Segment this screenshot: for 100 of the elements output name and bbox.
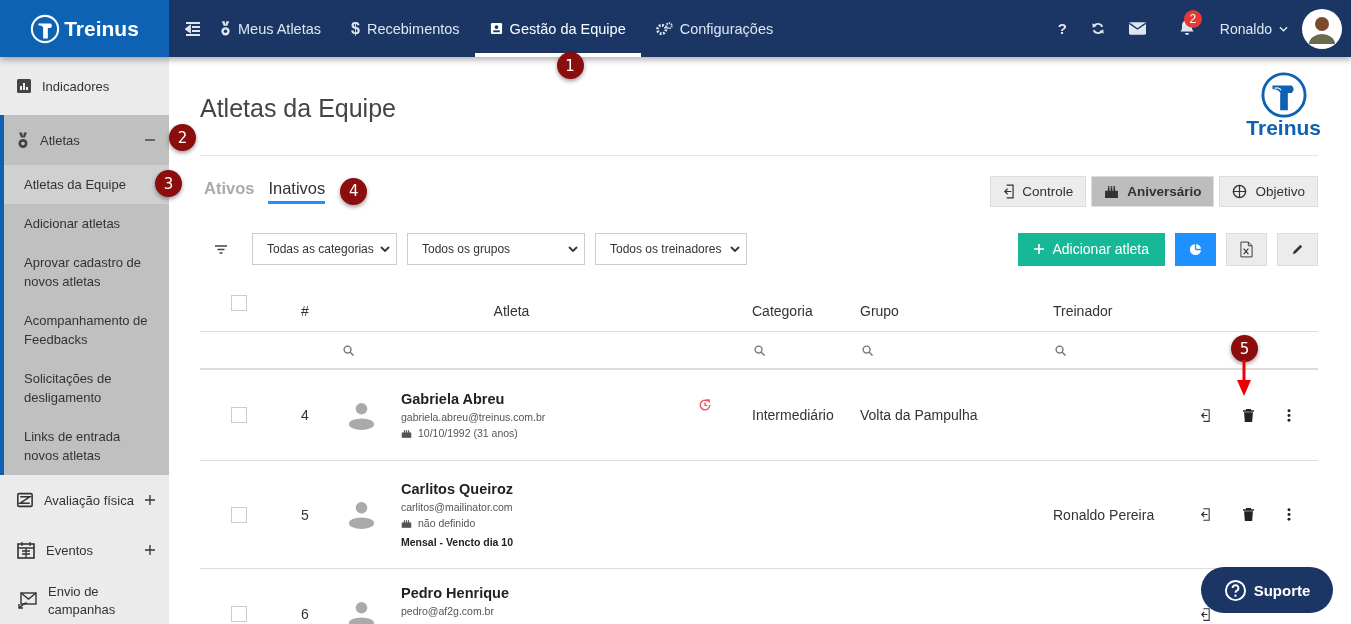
row-checkbox[interactable]: [231, 506, 247, 523]
gears-icon: [655, 22, 673, 35]
chart-button[interactable]: [1175, 232, 1216, 266]
exit-icon: [1003, 183, 1015, 199]
callout-marker: 2: [169, 124, 196, 151]
row-number: 6: [301, 606, 309, 622]
search-icon[interactable]: [1055, 344, 1066, 356]
exit-icon[interactable]: [1200, 507, 1210, 522]
sidebar-subitem[interactable]: Solicitações de desligamento: [4, 359, 169, 417]
spreadsheet-file-icon: [1240, 240, 1253, 258]
search-icon[interactable]: [862, 344, 873, 356]
help-icon[interactable]: ?: [1057, 20, 1067, 37]
edit-button[interactable]: [1277, 232, 1318, 266]
cake-icon: [401, 428, 412, 438]
callout-marker: 3: [155, 170, 182, 197]
callout-marker: 5: [1231, 335, 1258, 362]
payment-plan: Mensal - Vencto dia 10: [401, 536, 514, 548]
more-icon[interactable]: [1287, 408, 1291, 422]
sidebar-item[interactable]: Eventos: [0, 525, 169, 575]
row-number: 4: [301, 407, 309, 423]
category-cell: Intermediário: [752, 407, 834, 423]
pencil-icon: [1291, 242, 1304, 256]
athlete-email: carlitos@mailinator.com: [401, 501, 513, 513]
column-header: Atleta: [493, 303, 530, 319]
notification-badge: 2: [1183, 9, 1202, 28]
brand-logo[interactable]: Treinus: [0, 0, 169, 57]
sync-icon[interactable]: [1090, 21, 1105, 36]
birth-date: 10/10/1992 (31 anos): [418, 427, 518, 439]
athlete-email: pedro@af2g.com.br: [401, 605, 494, 617]
exit-icon[interactable]: [1200, 407, 1210, 423]
column-header: Treinador: [1053, 303, 1113, 319]
status-tab[interactable]: Inativos: [268, 178, 326, 204]
callout-marker: 1: [556, 52, 584, 79]
cake-icon: [1104, 184, 1120, 198]
filter-icon[interactable]: [215, 244, 227, 254]
sidebar-item[interactable]: Envio de campanhas: [0, 575, 169, 624]
row-number: 5: [301, 506, 309, 523]
athlete-name[interactable]: Carlitos Queiroz: [401, 481, 513, 497]
crosshair-icon: [1232, 183, 1248, 199]
mail-icon[interactable]: [1128, 22, 1146, 35]
minus-icon: [145, 139, 155, 141]
coach-cell: Ronaldo Pereira: [1053, 506, 1155, 523]
caret-icon: [568, 246, 578, 252]
delete-icon[interactable]: [1243, 408, 1254, 422]
brand-name: Treinus: [64, 16, 139, 41]
medal-icon: [17, 131, 29, 149]
group-cell: Volta da Pampulha: [860, 407, 978, 423]
plus-icon: [1034, 244, 1045, 254]
sidebar-subitem[interactable]: Aprovar cadastro de novos atletas: [4, 243, 169, 301]
more-icon[interactable]: [1287, 508, 1291, 521]
sidebar-subitem[interactable]: Adicionar atletas: [4, 204, 169, 243]
row-checkbox[interactable]: [231, 606, 247, 622]
filter-dropdown[interactable]: Todas as categorias: [252, 233, 397, 265]
sidebar-item[interactable]: Atletas: [4, 115, 169, 165]
athlete-name[interactable]: Gabriela Abreu: [401, 391, 505, 407]
caret-icon: [380, 246, 390, 252]
column-header: Grupo: [860, 303, 899, 319]
filter-dropdown[interactable]: Todos os treinadores: [595, 233, 747, 265]
filter-dropdown[interactable]: Todos os grupos: [407, 233, 585, 265]
search-icon[interactable]: [343, 344, 354, 356]
athlete-email: gabriela.abreu@treinus.com.br: [401, 411, 546, 423]
caret-icon: [1279, 25, 1288, 32]
column-header: Categoria: [752, 303, 813, 319]
excel-export-button[interactable]: [1226, 232, 1267, 266]
logo-icon: [1260, 72, 1307, 118]
column-header: #: [301, 303, 309, 319]
birth-date: não definido: [418, 517, 476, 529]
sidebar-subitem[interactable]: Links de entrada novos atletas: [4, 417, 169, 475]
id-card-icon: [489, 22, 503, 35]
dollar-icon: $: [351, 19, 360, 38]
view-button[interactable]: Aniversário: [1091, 175, 1215, 207]
user-menu[interactable]: Ronaldo: [1219, 20, 1272, 37]
medal-icon: [220, 21, 231, 36]
nav-tab[interactable]: $ Recebimentos: [336, 0, 475, 57]
caret-icon: [730, 246, 740, 252]
nav-tab[interactable]: Meus Atletas: [220, 0, 336, 57]
row-checkbox[interactable]: [231, 407, 247, 423]
delete-icon[interactable]: [1243, 508, 1254, 521]
select-all-checkbox[interactable]: [231, 295, 247, 311]
plus-icon: [145, 545, 155, 555]
nav-tab[interactable]: Configurações: [640, 0, 789, 57]
bar-chart-icon: [17, 79, 31, 93]
exit-icon[interactable]: [1200, 606, 1210, 622]
callout-marker: 4: [340, 177, 368, 205]
sidebar-subitem[interactable]: Acompanhamento de Feedbacks: [4, 301, 169, 359]
menu-icon[interactable]: [185, 21, 201, 36]
logo-icon: [30, 13, 61, 44]
sidebar-item[interactable]: Avaliação física: [0, 475, 169, 525]
sidebar-item[interactable]: Indicadores: [0, 57, 169, 115]
cake-icon: [401, 518, 412, 528]
avatar-icon: [348, 599, 375, 624]
logo-text: Treinus: [1246, 116, 1321, 140]
view-button[interactable]: Objetivo: [1219, 175, 1318, 207]
pie-chart-icon: [1189, 242, 1202, 256]
avatar-icon[interactable]: [1302, 8, 1342, 49]
athlete-name[interactable]: Pedro Henrique: [401, 585, 509, 601]
mail-icon: [17, 592, 37, 610]
view-button[interactable]: Controle: [990, 175, 1087, 207]
support-button[interactable]: Suporte: [1201, 567, 1333, 613]
search-icon[interactable]: [754, 344, 765, 356]
